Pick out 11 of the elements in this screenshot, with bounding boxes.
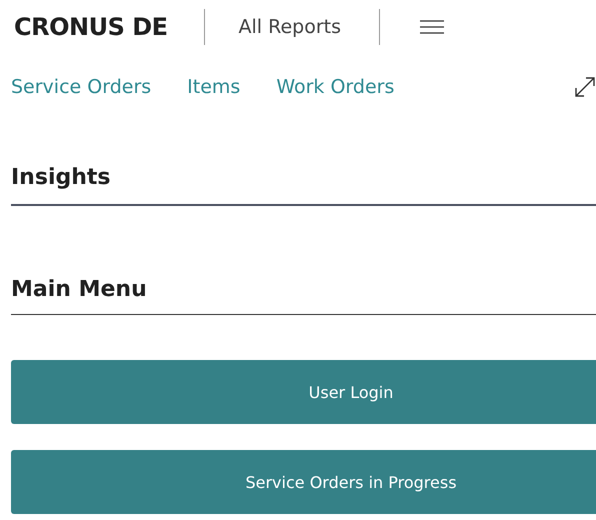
menu-icon[interactable]	[420, 20, 444, 34]
all-reports-link[interactable]: All Reports	[238, 16, 342, 38]
menu-button[interactable]: Service Orders in Progress	[11, 450, 596, 514]
section-title: Insights	[11, 164, 112, 192]
expand-icon[interactable]	[574, 76, 596, 98]
nav-link[interactable]: Service Orders	[11, 76, 152, 98]
section-title: Main Menu	[11, 276, 148, 304]
nav-link[interactable]: Work Orders	[276, 76, 394, 98]
menu-button[interactable]: User Login	[11, 360, 596, 424]
nav-link[interactable]: Items	[187, 76, 240, 98]
company-name: CRONUS DE	[14, 13, 168, 41]
